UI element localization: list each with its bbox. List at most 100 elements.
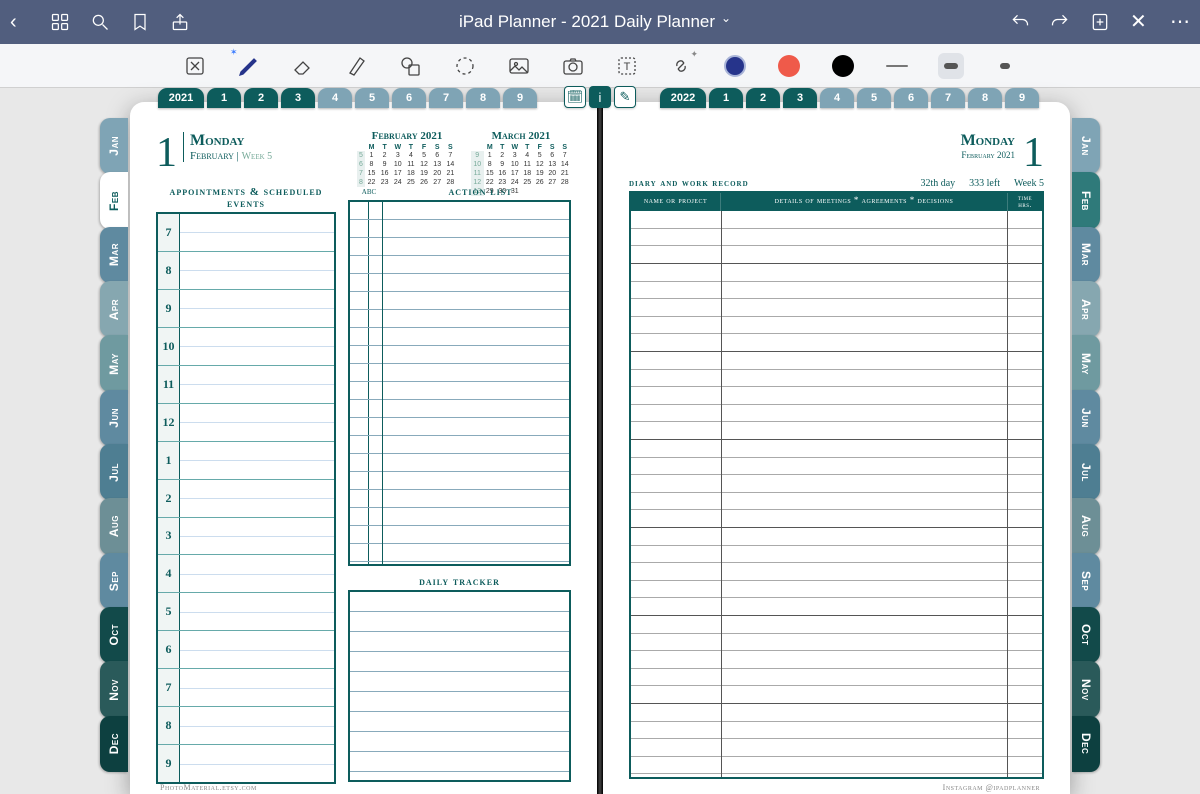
- color-red[interactable]: [776, 53, 802, 79]
- year-tab-num[interactable]: 6: [392, 88, 426, 108]
- stroke-thin[interactable]: [884, 53, 910, 79]
- appointment-row[interactable]: 11: [158, 366, 334, 404]
- year-tab-num[interactable]: 3: [783, 88, 817, 108]
- month-tab-apr[interactable]: Apr: [100, 281, 128, 337]
- appointment-row[interactable]: 7: [158, 214, 334, 252]
- month-tab-jan[interactable]: Jan: [1072, 118, 1100, 174]
- daily-tracker-box[interactable]: [348, 590, 571, 782]
- calendar-icon[interactable]: 🗓: [564, 86, 586, 108]
- camera-tool[interactable]: [560, 53, 586, 79]
- month-tab-mar[interactable]: Mar: [100, 227, 128, 283]
- month-tab-dec[interactable]: Dec: [100, 716, 128, 772]
- month-tab-aug[interactable]: Aug: [100, 498, 128, 554]
- stroke-medium[interactable]: [938, 53, 964, 79]
- appointment-row[interactable]: 6: [158, 631, 334, 669]
- link-tool[interactable]: ✦: [668, 53, 694, 79]
- share-icon[interactable]: [170, 12, 190, 32]
- month-tab-jun[interactable]: Jun: [100, 390, 128, 446]
- year-tab-num[interactable]: 7: [931, 88, 965, 108]
- appointment-row[interactable]: 12: [158, 404, 334, 442]
- month-tab-aug[interactable]: Aug: [1072, 498, 1100, 554]
- info-icon[interactable]: i: [589, 86, 611, 108]
- year-tab-num[interactable]: 7: [429, 88, 463, 108]
- month-tab-apr[interactable]: Apr: [1072, 281, 1100, 337]
- appointment-row[interactable]: 5: [158, 593, 334, 631]
- year-tab-num[interactable]: 1: [207, 88, 241, 108]
- appointment-row[interactable]: 10: [158, 328, 334, 366]
- month-tab-dec[interactable]: Dec: [1072, 716, 1100, 772]
- month-tab-feb[interactable]: Feb: [100, 172, 128, 228]
- appointment-row[interactable]: 9: [158, 745, 334, 782]
- titlebar: ‹ iPad Planner - 2021 Daily Planner ⌄ ✕ …: [0, 0, 1200, 44]
- redo-icon[interactable]: [1050, 12, 1070, 32]
- month-tab-may[interactable]: May: [1072, 335, 1100, 391]
- readonly-tool[interactable]: [182, 53, 208, 79]
- close-icon[interactable]: ✕: [1130, 12, 1150, 32]
- highlighter-tool[interactable]: [344, 53, 370, 79]
- bookmark-icon[interactable]: [130, 12, 150, 32]
- appointment-row[interactable]: 7: [158, 669, 334, 707]
- appointment-row[interactable]: 4: [158, 555, 334, 593]
- back-icon[interactable]: ‹: [10, 12, 30, 32]
- diary-body[interactable]: [631, 211, 1042, 777]
- month-tab-sep[interactable]: Sep: [100, 553, 128, 609]
- image-tool[interactable]: [506, 53, 532, 79]
- year-tab-num[interactable]: 9: [1005, 88, 1039, 108]
- month-tab-mar[interactable]: Mar: [1072, 227, 1100, 283]
- appointments-title: appointments & scheduled events: [156, 186, 336, 210]
- color-navy[interactable]: [722, 53, 748, 79]
- year-tab-num[interactable]: 6: [894, 88, 928, 108]
- year-tab-2022[interactable]: 2022: [660, 88, 706, 108]
- diary-box[interactable]: name or project details of meetings * ag…: [629, 191, 1044, 779]
- appointment-row[interactable]: 8: [158, 707, 334, 745]
- year-tab-2021[interactable]: 2021: [158, 88, 204, 108]
- month-tab-jun[interactable]: Jun: [1072, 390, 1100, 446]
- month-tab-oct[interactable]: Oct: [1072, 607, 1100, 663]
- month-tab-jul[interactable]: Jul: [1072, 444, 1100, 500]
- month-tab-jul[interactable]: Jul: [100, 444, 128, 500]
- month-tab-oct[interactable]: Oct: [100, 607, 128, 663]
- appointment-row[interactable]: 1: [158, 442, 334, 480]
- text-tool[interactable]: T: [614, 53, 640, 79]
- document-title[interactable]: iPad Planner - 2021 Daily Planner: [459, 12, 715, 32]
- month-tab-nov[interactable]: Nov: [1072, 661, 1100, 717]
- month-tab-may[interactable]: May: [100, 335, 128, 391]
- undo-icon[interactable]: [1010, 12, 1030, 32]
- more-icon[interactable]: ⋯: [1170, 12, 1190, 32]
- year-tab-num[interactable]: 4: [820, 88, 854, 108]
- thumbnails-icon[interactable]: [50, 12, 70, 32]
- stroke-short[interactable]: [992, 53, 1018, 79]
- year-tab-num[interactable]: 2: [746, 88, 780, 108]
- year-tab-num[interactable]: 8: [466, 88, 500, 108]
- lasso-tool[interactable]: [452, 53, 478, 79]
- edit-icon[interactable]: ✎: [614, 86, 636, 108]
- year-tab-num[interactable]: 5: [857, 88, 891, 108]
- year-tab-num[interactable]: 9: [503, 88, 537, 108]
- pen-tool[interactable]: ✶: [236, 53, 262, 79]
- month-tab-feb[interactable]: Feb: [1072, 172, 1100, 228]
- month-tab-nov[interactable]: Nov: [100, 661, 128, 717]
- year-tab-num[interactable]: 1: [709, 88, 743, 108]
- add-page-icon[interactable]: [1090, 12, 1110, 32]
- search-icon[interactable]: [90, 12, 110, 32]
- year-tab-num[interactable]: 8: [968, 88, 1002, 108]
- year-tab-num[interactable]: 4: [318, 88, 352, 108]
- appointment-row[interactable]: 2: [158, 480, 334, 518]
- year-tab-num[interactable]: 5: [355, 88, 389, 108]
- appointment-row[interactable]: 9: [158, 290, 334, 328]
- appointment-row[interactable]: 3: [158, 518, 334, 556]
- month-tab-jan[interactable]: Jan: [100, 118, 128, 174]
- year-tab-num[interactable]: 3: [281, 88, 315, 108]
- left-page[interactable]: 1 Monday February | Week 5 February 2021…: [130, 102, 597, 794]
- hour-label: 5: [158, 593, 180, 630]
- year-tab-num[interactable]: 2: [244, 88, 278, 108]
- chevron-down-icon[interactable]: ⌄: [721, 12, 741, 32]
- month-tab-sep[interactable]: Sep: [1072, 553, 1100, 609]
- appointments-box[interactable]: 789101112123456789: [156, 212, 336, 784]
- eraser-tool[interactable]: [290, 53, 316, 79]
- action-list-box[interactable]: [348, 200, 571, 566]
- right-page[interactable]: Monday February 2021 1 diary and work re…: [603, 102, 1070, 794]
- appointment-row[interactable]: 8: [158, 252, 334, 290]
- color-black[interactable]: [830, 53, 856, 79]
- shapes-tool[interactable]: [398, 53, 424, 79]
